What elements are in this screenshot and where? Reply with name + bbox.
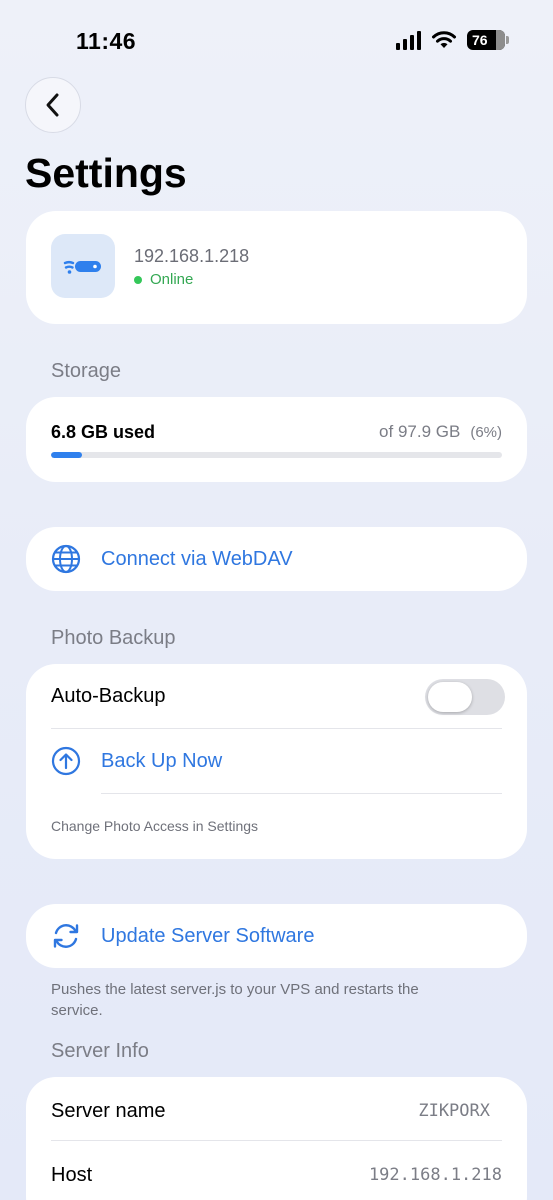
storage-total-label: of 97.9 GB (379, 422, 461, 441)
arrow-up-circle-icon (51, 746, 81, 776)
chevron-left-icon (46, 93, 59, 117)
host-value: 192.168.1.218 (368, 1165, 502, 1185)
host-row: Host 192.168.1.218 (51, 1143, 502, 1200)
auto-backup-toggle[interactable] (425, 679, 505, 715)
storage-card: 6.8 GB used of 97.9 GB (6%) (26, 397, 527, 482)
back-up-now-label: Back Up Now (101, 750, 223, 772)
server-name-value: ZIKPORX (418, 1101, 490, 1121)
server-info-card: Server name ZIKPORX Host 192.168.1.218 (26, 1077, 527, 1200)
refresh-icon (53, 924, 79, 948)
storage-used: 6.8 GB used (51, 422, 156, 442)
divider (101, 793, 502, 794)
router-wifi-icon (51, 234, 115, 298)
storage-percent: (6%) (470, 424, 502, 441)
auto-backup-label: Auto-Backup (51, 685, 166, 707)
page-title: Settings (25, 150, 187, 196)
photo-access-note[interactable]: Change Photo Access in Settings (51, 818, 258, 834)
status-bar: 11:46 76 (0, 0, 553, 80)
update-server-button[interactable]: Update Server Software (26, 904, 527, 968)
online-dot-icon (134, 275, 142, 284)
toggle-knob (428, 682, 472, 712)
status-time: 11:46 (76, 28, 137, 54)
host-key: Host (51, 1163, 93, 1186)
storage-progress-bar (51, 452, 502, 458)
server-name-row: Server name ZIKPORX (51, 1079, 502, 1143)
device-ip: 192.168.1.218 (134, 246, 250, 266)
connect-webdav-label: Connect via WebDAV (101, 547, 293, 570)
divider (51, 1140, 502, 1141)
storage-total: of 97.9 GB (6%) (379, 422, 502, 442)
storage-progress-fill (51, 452, 83, 458)
globe-icon (51, 544, 81, 574)
server-info-section-title: Server Info (51, 1040, 149, 1062)
update-server-label: Update Server Software (101, 924, 315, 947)
back-button[interactable] (25, 77, 81, 133)
device-status-label: Online (150, 271, 194, 288)
wifi-icon (432, 31, 456, 48)
device-card[interactable]: 192.168.1.218 Online (26, 211, 527, 324)
battery-level: 76 (472, 32, 488, 48)
update-server-note: Pushes the latest server.js to your VPS … (51, 981, 419, 1019)
status-icons: 76 (396, 30, 509, 50)
battery-icon: 76 (467, 30, 509, 50)
back-up-now-button[interactable]: Back Up Now (26, 728, 527, 794)
device-status: Online (134, 271, 193, 288)
storage-section-title: Storage (51, 360, 122, 382)
connect-webdav-button[interactable]: Connect via WebDAV (26, 527, 527, 591)
server-name-key: Server name (51, 1099, 166, 1122)
photo-backup-section-title: Photo Backup (51, 627, 176, 649)
cellular-signal-icon (396, 30, 421, 50)
photo-backup-card: Auto-Backup Back Up Now Change Photo Acc… (26, 664, 527, 859)
